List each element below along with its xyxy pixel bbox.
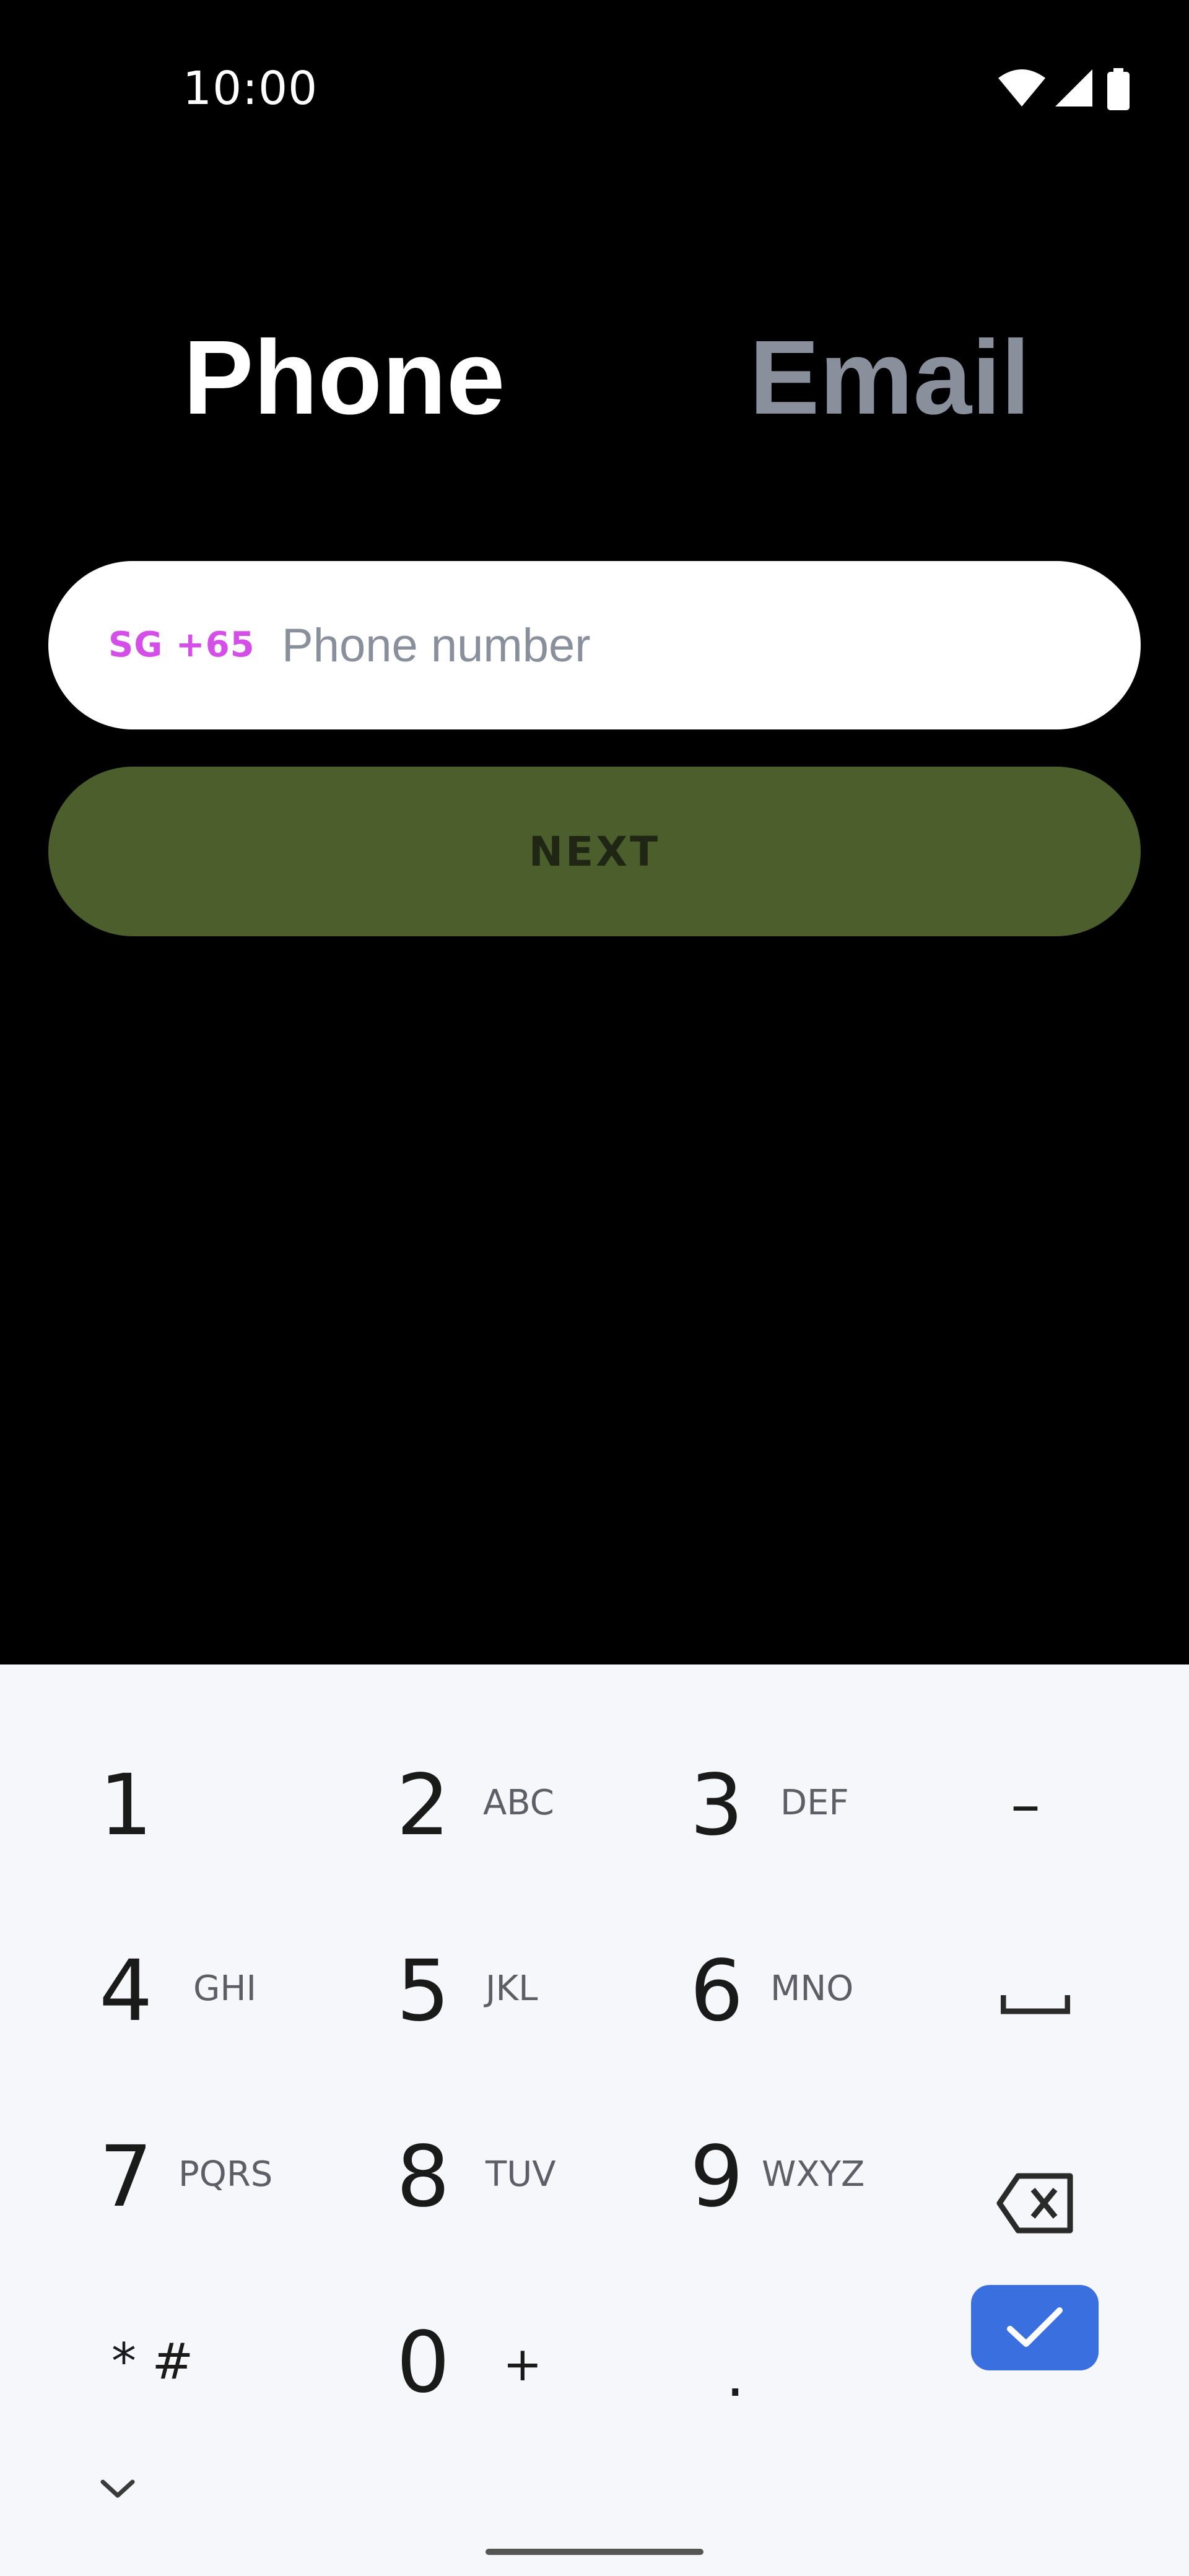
key-letters: GHI (193, 1969, 257, 2009)
key-8[interactable]: 8 TUV (322, 2110, 613, 2296)
key-0[interactable]: 0 + (322, 2296, 613, 2482)
backspace-icon (996, 2173, 1073, 2234)
key-letters: MNO (770, 1969, 854, 2009)
tab-email[interactable]: Email (749, 316, 1030, 440)
collapse-keyboard-button[interactable] (93, 2471, 142, 2508)
key-backspace[interactable] (898, 2110, 1189, 2296)
tab-phone[interactable]: Phone (183, 316, 505, 440)
chevron-down-icon (100, 2479, 135, 2498)
checkmark-icon (1007, 2307, 1063, 2347)
key-digit: 1 (99, 1757, 153, 1855)
key-letters: JKL (486, 1969, 538, 2009)
key-5[interactable]: 5 JKL (322, 1925, 613, 2110)
key-symbol: . (726, 2341, 745, 2410)
key-space[interactable] (898, 1925, 1189, 2110)
screen: 10:00 Phone Email SG +65 NEXT 1 2 (0, 0, 1189, 2576)
key-symbol: – (1011, 1770, 1040, 1839)
key-letters: ABC (483, 1783, 554, 1823)
key-digit: 3 (690, 1757, 744, 1855)
key-1[interactable]: 1 (25, 1739, 316, 1925)
key-2[interactable]: 2 ABC (322, 1739, 613, 1925)
numeric-keyboard: 1 2 ABC 3 DEF – 4 GHI 5 JKL 6 MNO 7 PQRS… (0, 1664, 1189, 2576)
key-digit: 5 (396, 1943, 450, 2040)
key-letters: WXYZ (762, 2154, 865, 2195)
home-indicator[interactable] (486, 2549, 703, 2555)
key-digit: 6 (690, 1943, 744, 2040)
done-key[interactable] (971, 2285, 1099, 2370)
battery-icon (1107, 68, 1130, 110)
key-digit: 0 (396, 2314, 450, 2412)
key-digit: 8 (396, 2128, 450, 2226)
signal-icon (1055, 69, 1092, 107)
key-period[interactable]: . (613, 2296, 904, 2482)
key-3[interactable]: 3 DEF (613, 1739, 904, 1925)
space-icon (1001, 1995, 1070, 2014)
key-6[interactable]: 6 MNO (613, 1925, 904, 2110)
key-letters: + (503, 2336, 542, 2391)
key-symbol: * # (111, 2333, 194, 2390)
status-time: 10:00 (183, 62, 318, 115)
key-7[interactable]: 7 PQRS (25, 2110, 316, 2296)
next-button[interactable]: NEXT (48, 767, 1141, 936)
key-4[interactable]: 4 GHI (25, 1925, 316, 2110)
phone-number-input[interactable] (282, 596, 1087, 695)
key-letters: DEF (780, 1783, 849, 1823)
key-letters: TUV (486, 2154, 556, 2195)
key-digit: 9 (690, 2128, 744, 2226)
key-digit: 4 (99, 1943, 153, 2040)
status-bar: 10:00 (0, 0, 1189, 186)
key-digit: 2 (396, 1757, 450, 1855)
wifi-icon (998, 69, 1045, 107)
country-code-selector[interactable]: SG +65 (108, 561, 255, 729)
key-dash[interactable]: – (898, 1739, 1189, 1925)
key-digit: 7 (99, 2128, 153, 2226)
phone-field[interactable]: SG +65 (48, 561, 1141, 729)
status-icons (997, 68, 1139, 111)
key-9[interactable]: 9 WXYZ (613, 2110, 904, 2296)
key-star-hash[interactable]: * # (25, 2296, 316, 2482)
key-letters: PQRS (178, 2154, 273, 2195)
